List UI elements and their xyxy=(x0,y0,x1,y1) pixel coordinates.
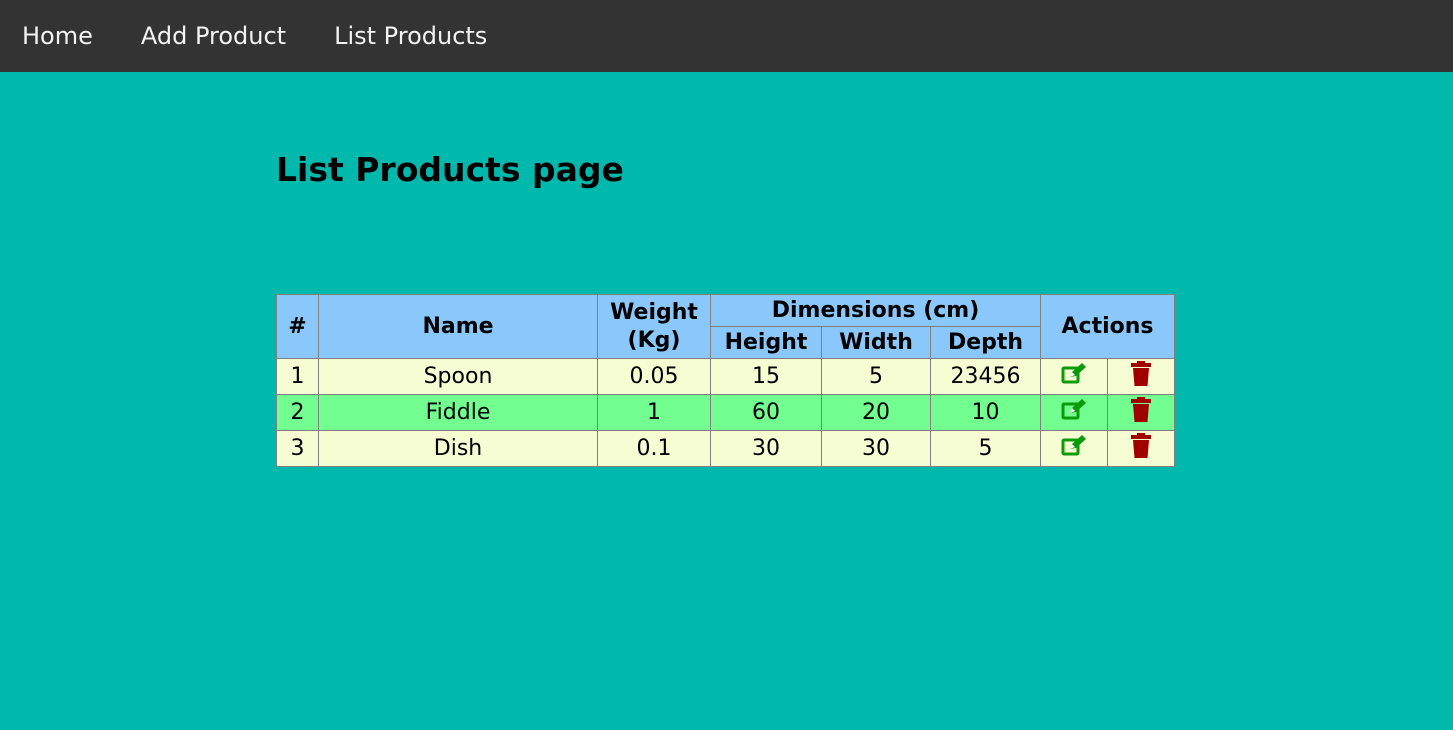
nav-add-product-link[interactable]: Add Product xyxy=(119,0,308,72)
cell-name: Spoon xyxy=(318,358,598,395)
edit-button[interactable] xyxy=(1040,394,1108,431)
products-table: # Name Weight (Kg) Dimensions (cm) Actio… xyxy=(276,294,1175,467)
cell-height: 60 xyxy=(710,394,822,431)
cell-depth: 23456 xyxy=(930,358,1041,395)
cell-height: 30 xyxy=(710,430,822,467)
header-dimensions: Dimensions (cm) xyxy=(710,294,1041,327)
cell-num: 3 xyxy=(276,430,319,467)
delete-button[interactable] xyxy=(1107,430,1175,467)
header-height: Height xyxy=(710,326,822,359)
nav-home-link[interactable]: Home xyxy=(0,0,115,72)
trash-icon xyxy=(1130,396,1152,423)
cell-width: 30 xyxy=(821,430,931,467)
header-weight-unit: (Kg) xyxy=(627,327,681,353)
delete-button[interactable] xyxy=(1107,358,1175,395)
edit-icon xyxy=(1061,435,1087,457)
cell-depth: 10 xyxy=(930,394,1041,431)
table-row: 2 Fiddle 1 60 20 10 xyxy=(276,394,1175,431)
edit-button[interactable] xyxy=(1040,358,1108,395)
cell-num: 2 xyxy=(276,394,319,431)
products-table-body: 1 Spoon 0.05 15 5 23456 2 Fiddle 1 60 20 10 3 Dish 0.1… xyxy=(276,358,1175,467)
cell-weight: 0.1 xyxy=(597,430,711,467)
edit-icon xyxy=(1061,363,1087,385)
header-actions: Actions xyxy=(1040,294,1175,359)
cell-weight: 1 xyxy=(597,394,711,431)
cell-weight: 0.05 xyxy=(597,358,711,395)
header-name: Name xyxy=(318,294,598,359)
cell-name: Fiddle xyxy=(318,394,598,431)
nav-list-products-link[interactable]: List Products xyxy=(312,0,509,72)
top-navbar: Home Add Product List Products xyxy=(0,0,1453,72)
header-width: Width xyxy=(821,326,931,359)
header-weight: Weight (Kg) xyxy=(597,294,711,359)
table-row: 3 Dish 0.1 30 30 5 xyxy=(276,430,1175,467)
cell-height: 15 xyxy=(710,358,822,395)
header-depth: Depth xyxy=(930,326,1041,359)
page-title: List Products page xyxy=(276,150,624,189)
cell-name: Dish xyxy=(318,430,598,467)
cell-depth: 5 xyxy=(930,430,1041,467)
delete-button[interactable] xyxy=(1107,394,1175,431)
header-num: # xyxy=(276,294,319,359)
cell-num: 1 xyxy=(276,358,319,395)
table-row: 1 Spoon 0.05 15 5 23456 xyxy=(276,358,1175,395)
cell-width: 5 xyxy=(821,358,931,395)
trash-icon xyxy=(1130,432,1152,459)
edit-button[interactable] xyxy=(1040,430,1108,467)
header-weight-label: Weight xyxy=(610,299,698,325)
trash-icon xyxy=(1130,360,1152,387)
edit-icon xyxy=(1061,399,1087,421)
cell-width: 20 xyxy=(821,394,931,431)
